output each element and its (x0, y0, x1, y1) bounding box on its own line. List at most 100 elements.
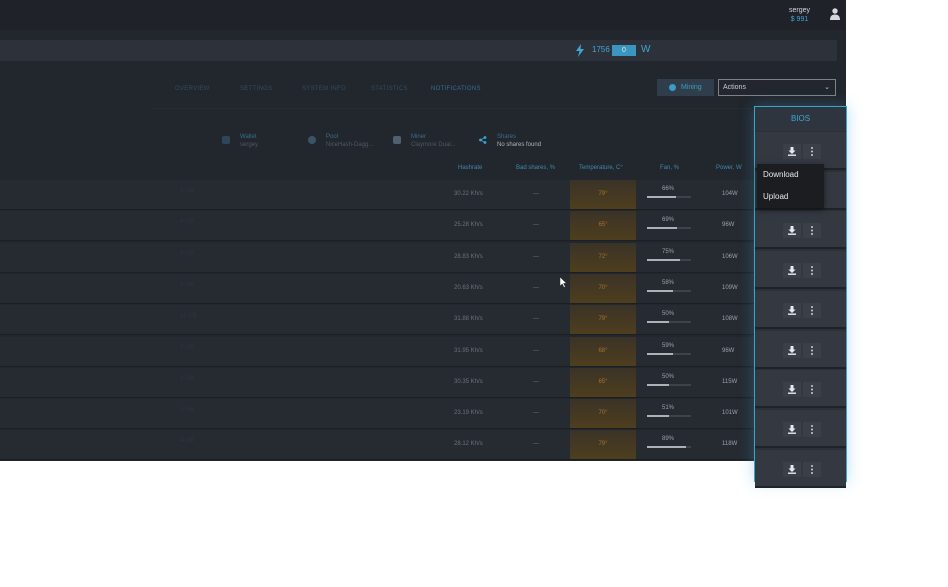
bios-more-button[interactable] (803, 263, 821, 279)
gpu-memory: 8 GB (180, 281, 194, 288)
top-bar: sergey $ 991 (0, 0, 846, 30)
fan-bar (647, 383, 691, 386)
tab-settings[interactable]: SETTINGS (240, 86, 272, 92)
info-shares: Shares No shares found (497, 133, 541, 149)
bios-more-button[interactable] (803, 382, 821, 398)
col-temperature: Temperature, C° (579, 165, 623, 171)
table-row[interactable]: 4 GB 25.28 Kh/s — 65° 69% 96W (0, 211, 757, 242)
share-icon (479, 136, 487, 144)
col-power: Power, W (716, 165, 742, 171)
fan-bar (647, 196, 691, 198)
wallet-icon (222, 136, 230, 144)
fan-value: 69% (662, 217, 675, 224)
info-value: NiceHash-Dagg... (326, 142, 374, 148)
bios-row (755, 449, 846, 488)
bios-download-button[interactable] (783, 461, 801, 477)
temperature-value: 70° (598, 284, 608, 291)
table-row[interactable]: 8 GB 30.35 Kh/s — 65° 50% 115W (0, 367, 757, 398)
user-icon[interactable] (830, 8, 840, 20)
chevron-down-icon: ⌄ (824, 84, 830, 91)
bios-download-button[interactable] (783, 382, 801, 398)
info-key: Miner (411, 134, 427, 140)
lightning-icon (576, 44, 584, 57)
user-info[interactable]: sergey $ 991 (789, 6, 810, 24)
power-cell: 96W (722, 222, 735, 229)
table-row[interactable]: 11 GB 31.88 Kh/s — 79° 50% 108W (0, 305, 757, 336)
hashrate-cell: 20.63 Kh/s (454, 284, 483, 291)
actions-select[interactable]: Actions ⌄ (718, 79, 836, 96)
power-cell: 115W (722, 378, 738, 385)
bios-download-button[interactable] (783, 144, 801, 159)
mining-dashboard: sergey $ 991 1756 0 W OVERVIEW SETTINGS … (0, 0, 846, 461)
fan-bar-fill (647, 415, 670, 418)
globe-icon (308, 136, 316, 144)
temperature-cell: 79° (570, 180, 636, 209)
bios-more-button[interactable] (803, 302, 821, 318)
fan-bar-fill (647, 196, 677, 198)
bad-shares-cell: — (533, 316, 539, 323)
table-row[interactable]: 8 GB 20.63 Kh/s — 70° 58% 109W (0, 273, 757, 304)
bios-more-button[interactable] (803, 144, 821, 159)
fan-value: 66% (662, 186, 675, 192)
more-vertical-icon (811, 305, 813, 315)
bad-shares-cell: — (533, 222, 539, 229)
temperature-value: 65° (598, 378, 608, 385)
download-icon (788, 424, 796, 434)
table-row[interactable]: 4 GB 28.12 Kh/s — 79° 89% 118W (0, 430, 757, 461)
more-vertical-icon (811, 424, 813, 434)
bios-download-button[interactable] (783, 223, 801, 239)
temperature-value: 65° (598, 222, 608, 229)
bios-row (755, 251, 846, 290)
menu-item-upload[interactable]: Upload (763, 192, 788, 201)
gpu-memory: 8 GB (180, 250, 194, 257)
fan-value: 58% (662, 279, 675, 286)
bios-row (755, 370, 846, 409)
bios-row (755, 290, 846, 329)
info-key: Wallet (240, 134, 257, 140)
fan-bar-fill (647, 227, 678, 230)
temperature-value: 79° (598, 316, 608, 323)
bios-download-button[interactable] (783, 421, 801, 437)
power-value: 1756 (592, 45, 610, 54)
bios-download-button[interactable] (783, 302, 801, 318)
divider (150, 108, 750, 109)
tab-overview[interactable]: OVERVIEW (175, 86, 210, 92)
bios-row (755, 330, 846, 369)
bios-download-button[interactable] (783, 342, 801, 358)
fan-value: 75% (662, 248, 675, 255)
bios-more-button[interactable] (803, 421, 821, 437)
bad-shares-cell: — (533, 191, 539, 197)
info-wallet: Wallet sergey (240, 133, 258, 149)
power-cell: 101W (722, 410, 738, 417)
table-row[interactable]: 8 GB 28.83 Kh/s — 72° 75% 106W (0, 242, 757, 273)
menu-item-download[interactable]: Download (763, 170, 799, 179)
temperature-value: 72° (598, 253, 608, 260)
fan-bar (647, 289, 691, 292)
tab-statistics[interactable]: STATISTICS (371, 86, 408, 92)
gpu-memory: 4 GB (180, 438, 194, 445)
gpu-memory: 4 GB (180, 407, 194, 414)
bios-title: BIOS (755, 107, 846, 131)
hashrate-cell: 30.22 Kh/s (454, 191, 483, 197)
table-row[interactable]: 8 GB 30.22 Kh/s — 79° 66% 104W (0, 180, 757, 210)
bios-more-button[interactable] (803, 342, 821, 358)
temperature-value: 79° (598, 441, 608, 448)
tab-notifications[interactable]: NOTIFICATIONS (431, 86, 481, 92)
temperature-cell: 65° (570, 367, 636, 397)
temperature-cell: 70° (570, 273, 636, 303)
temperature-value: 79° (598, 191, 608, 197)
download-icon (788, 226, 796, 236)
power-cell: 118W (722, 441, 738, 448)
bios-more-button[interactable] (803, 223, 821, 239)
table-row[interactable]: 8 GB 31.95 Kh/s — 68° 59% 96W (0, 336, 757, 367)
table-row[interactable]: 4 GB 23.19 Kh/s — 70° 51% 101W (0, 399, 757, 430)
bios-download-button[interactable] (783, 263, 801, 279)
tab-system-info[interactable]: SYSTEM INFO (302, 86, 346, 92)
mining-button[interactable]: Mining (657, 79, 714, 96)
bios-more-button[interactable] (803, 461, 821, 477)
col-bad-shares: Bad shares, % (516, 165, 556, 171)
fan-bar-fill (647, 321, 669, 324)
info-value: Claymore Dual... (411, 142, 456, 148)
more-vertical-icon (811, 464, 813, 474)
fan-bar (647, 446, 691, 449)
